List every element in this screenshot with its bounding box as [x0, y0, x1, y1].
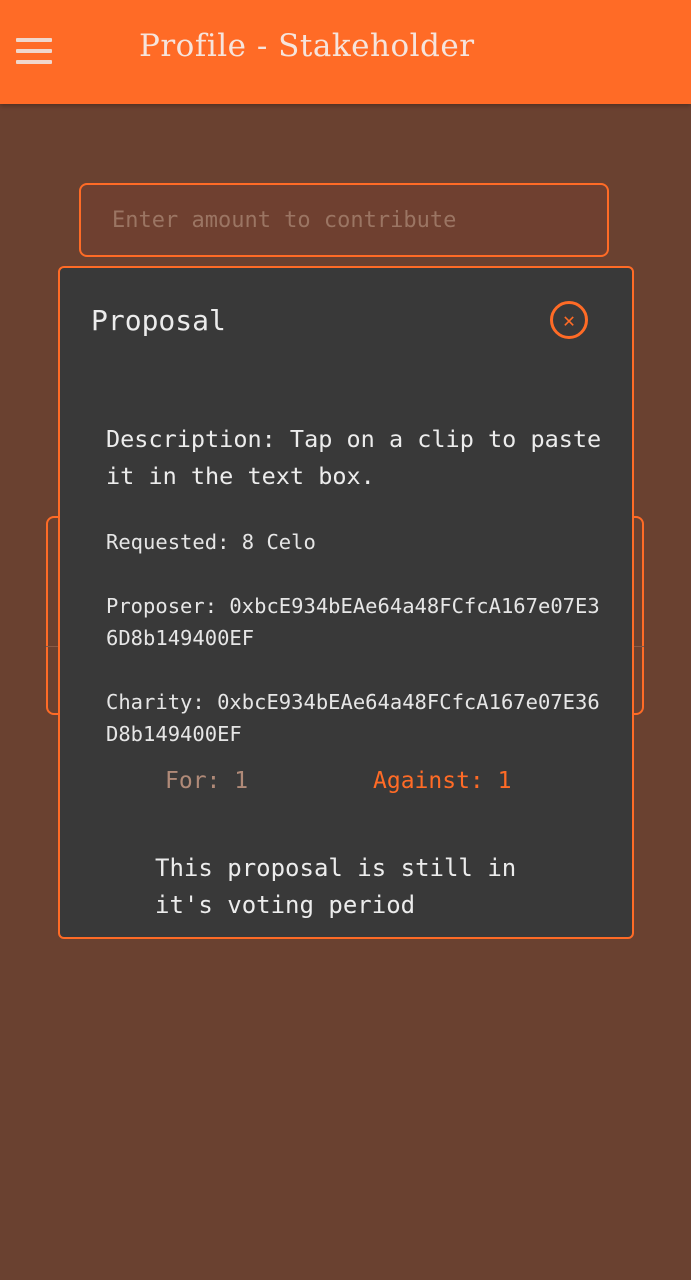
page-title: Profile - Stakeholder	[139, 28, 475, 64]
proposal-dialog: Proposal ✕ Description: Tap on a clip to…	[58, 266, 634, 939]
hamburger-menu-icon[interactable]	[16, 38, 52, 64]
proposal-charity: Charity: 0xbcE934bEAe64a48FCfcA167e07E36…	[106, 690, 600, 746]
close-icon[interactable]: ✕	[550, 301, 588, 339]
votes-for: For: 1	[165, 768, 249, 794]
proposal-description: Description: Tap on a clip to paste it i…	[106, 425, 602, 490]
dialog-title: Proposal	[91, 304, 226, 337]
votes-against: Against: 1	[373, 768, 512, 794]
proposal-proposer: Proposer: 0xbcE934bEAe64a48FCfcA167e07E3…	[106, 594, 600, 650]
contribute-amount-input[interactable]	[79, 183, 609, 257]
proposal-status: This proposal is still in it's voting pe…	[155, 854, 517, 919]
proposal-requested: Requested: 8 Celo	[106, 530, 316, 554]
app-bar: Profile - Stakeholder	[0, 0, 691, 104]
